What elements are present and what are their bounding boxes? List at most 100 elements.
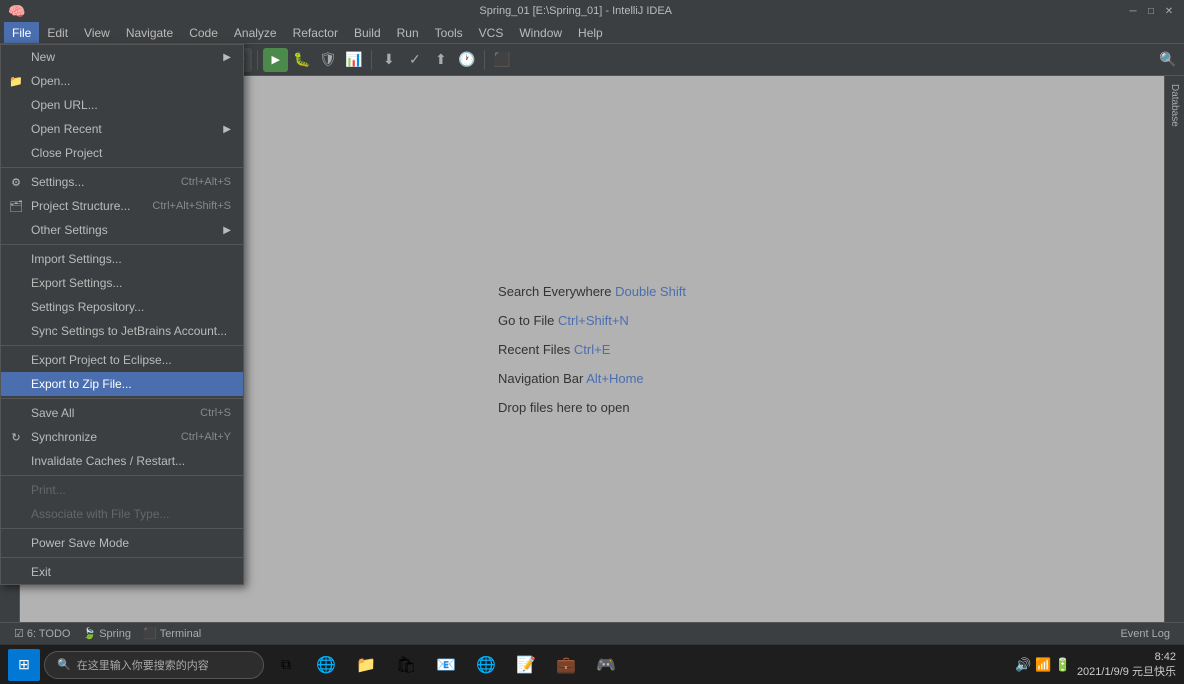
menu-invalidate-caches[interactable]: Invalidate Caches / Restart...	[1, 449, 243, 473]
other-settings-arrow: ▶	[223, 225, 231, 236]
menu-settings[interactable]: ⚙ Settings... Ctrl+Alt+S	[1, 170, 243, 194]
menu-project-structure[interactable]: 🗂 Project Structure... Ctrl+Alt+Shift+S	[1, 194, 243, 218]
nav-bar-hint: Navigation Bar Alt+Home	[498, 371, 644, 386]
event-log-label: Event Log	[1120, 628, 1170, 640]
coverage-button[interactable]: 🛡	[316, 48, 340, 72]
run-button[interactable]: ▶	[263, 48, 287, 72]
search-everywhere-button[interactable]: 🔍	[1156, 48, 1180, 72]
separator-1	[1, 167, 243, 168]
menu-view[interactable]: View	[76, 22, 118, 43]
menu-vcs[interactable]: VCS	[471, 22, 512, 43]
menu-new[interactable]: New ▶	[1, 45, 243, 69]
todo-icon: ☑	[14, 627, 24, 640]
open-icon: 📁	[7, 75, 25, 88]
toolbar-separator-5	[371, 50, 372, 70]
menu-save-all[interactable]: Save All Ctrl+S	[1, 401, 243, 425]
menu-open-url[interactable]: Open URL...	[1, 93, 243, 117]
right-sidebar: Database	[1164, 76, 1184, 622]
menu-help[interactable]: Help	[570, 22, 611, 43]
settings-icon: ⚙	[7, 176, 25, 189]
search-everywhere-label: Search Everywhere	[498, 284, 615, 299]
new-arrow: ▶	[223, 52, 231, 63]
menu-open-url-label: Open URL...	[31, 98, 98, 112]
taskbar-icon-mail[interactable]: 📧	[428, 647, 464, 683]
menu-file[interactable]: File	[4, 22, 39, 43]
menu-edit[interactable]: Edit	[39, 22, 76, 43]
taskbar-icon-browser[interactable]: 🌐	[468, 647, 504, 683]
taskbar-icon-explorer[interactable]: 📁	[348, 647, 384, 683]
menu-export-zip-label: Export to Zip File...	[31, 377, 132, 391]
terminal-button[interactable]: ⬛	[490, 48, 514, 72]
run-icon: ▶	[271, 53, 279, 66]
menu-run[interactable]: Run	[389, 22, 427, 43]
menu-bar: File Edit View Navigate Code Analyze Ref…	[0, 22, 1184, 44]
menu-build[interactable]: Build	[346, 22, 389, 43]
event-log-button[interactable]: Event Log	[1114, 628, 1176, 640]
menu-sync-settings[interactable]: Sync Settings to JetBrains Account...	[1, 319, 243, 343]
menu-import-settings[interactable]: Import Settings...	[1, 247, 243, 271]
close-button[interactable]: ✕	[1162, 4, 1176, 18]
taskbar-icon-app1[interactable]: 📝	[508, 647, 544, 683]
maximize-button[interactable]: □	[1144, 4, 1158, 18]
profile-button[interactable]: 📊	[342, 48, 366, 72]
menu-print: Print...	[1, 478, 243, 502]
minimize-button[interactable]: ─	[1126, 4, 1140, 18]
synchronize-shortcut: Ctrl+Alt+Y	[181, 431, 231, 443]
project-structure-icon: 🗂	[7, 200, 25, 213]
menu-print-label: Print...	[31, 483, 66, 497]
debug-button[interactable]: 🐛	[290, 48, 314, 72]
system-tray: 🔊 📶 🔋 8:42 2021/1/9/9 元旦快乐	[1015, 651, 1176, 679]
menu-settings-repository[interactable]: Settings Repository...	[1, 295, 243, 319]
menu-open-recent[interactable]: Open Recent ▶	[1, 117, 243, 141]
menu-synchronize-label: Synchronize	[31, 430, 97, 444]
vcs-commit-button[interactable]: ✓	[403, 48, 427, 72]
menu-power-save[interactable]: Power Save Mode	[1, 531, 243, 555]
vcs-update-button[interactable]: ⬇	[377, 48, 401, 72]
menu-open[interactable]: 📁 Open...	[1, 69, 243, 93]
menu-tools[interactable]: Tools	[427, 22, 471, 43]
vcs-push-button[interactable]: ⬆	[429, 48, 453, 72]
spring-label: Spring	[99, 628, 131, 640]
taskbar-icon-app3[interactable]: 🎮	[588, 647, 624, 683]
menu-other-settings[interactable]: Other Settings ▶	[1, 218, 243, 242]
database-panel-button[interactable]: Database	[1167, 76, 1182, 135]
title-bar: 🧠 Spring_01 [E:\Spring_01] - IntelliJ ID…	[0, 0, 1184, 22]
menu-invalidate-caches-label: Invalidate Caches / Restart...	[31, 454, 185, 468]
menu-code[interactable]: Code	[181, 22, 226, 43]
menu-navigate[interactable]: Navigate	[118, 22, 181, 43]
spring-icon: 🍃	[82, 627, 96, 640]
taskview-button[interactable]: ⧉	[268, 647, 304, 683]
taskbar-search-placeholder: 在这里输入你要搜索的内容	[77, 657, 209, 673]
menu-exit[interactable]: Exit	[1, 560, 243, 584]
todo-button[interactable]: ☑ 6: TODO	[8, 627, 76, 640]
menu-window[interactable]: Window	[511, 22, 570, 43]
taskbar-icon-store[interactable]: 🛍	[388, 647, 424, 683]
menu-refactor[interactable]: Refactor	[285, 22, 346, 43]
menu-import-settings-label: Import Settings...	[31, 252, 122, 266]
spring-button[interactable]: 🍃 Spring	[76, 627, 137, 640]
menu-export-settings[interactable]: Export Settings...	[1, 271, 243, 295]
menu-synchronize[interactable]: ↻ Synchronize Ctrl+Alt+Y	[1, 425, 243, 449]
tray-icons: 🔊 📶 🔋	[1015, 657, 1071, 673]
toolbar-separator-6	[484, 50, 485, 70]
start-button[interactable]: ⊞	[8, 649, 40, 681]
drop-files-hint: Drop files here to open	[498, 400, 630, 415]
terminal-icon: ⬛	[143, 627, 157, 640]
separator-7	[1, 557, 243, 558]
taskbar-icon-edge[interactable]: 🌐	[308, 647, 344, 683]
separator-3	[1, 345, 243, 346]
terminal-button-status[interactable]: ⬛ Terminal	[137, 627, 207, 640]
vcs-history-button[interactable]: 🕐	[455, 48, 479, 72]
menu-export-zip[interactable]: Export to Zip File...	[1, 372, 243, 396]
menu-close-project[interactable]: Close Project	[1, 141, 243, 165]
welcome-panel: Search Everywhere Double Shift Go to Fil…	[498, 284, 686, 415]
menu-save-all-label: Save All	[31, 406, 74, 420]
taskbar-search[interactable]: 🔍 在这里输入你要搜索的内容	[44, 651, 264, 679]
menu-analyze[interactable]: Analyze	[226, 22, 285, 43]
taskbar-icon-app2[interactable]: 💼	[548, 647, 584, 683]
settings-shortcut: Ctrl+Alt+S	[181, 176, 231, 188]
taskbar: ⊞ 🔍 在这里输入你要搜索的内容 ⧉ 🌐 📁 🛍 📧 🌐 📝 💼 🎮 🔊 📶 🔋…	[0, 644, 1184, 684]
menu-close-project-label: Close Project	[31, 146, 102, 160]
separator-2	[1, 244, 243, 245]
menu-export-eclipse[interactable]: Export Project to Eclipse...	[1, 348, 243, 372]
